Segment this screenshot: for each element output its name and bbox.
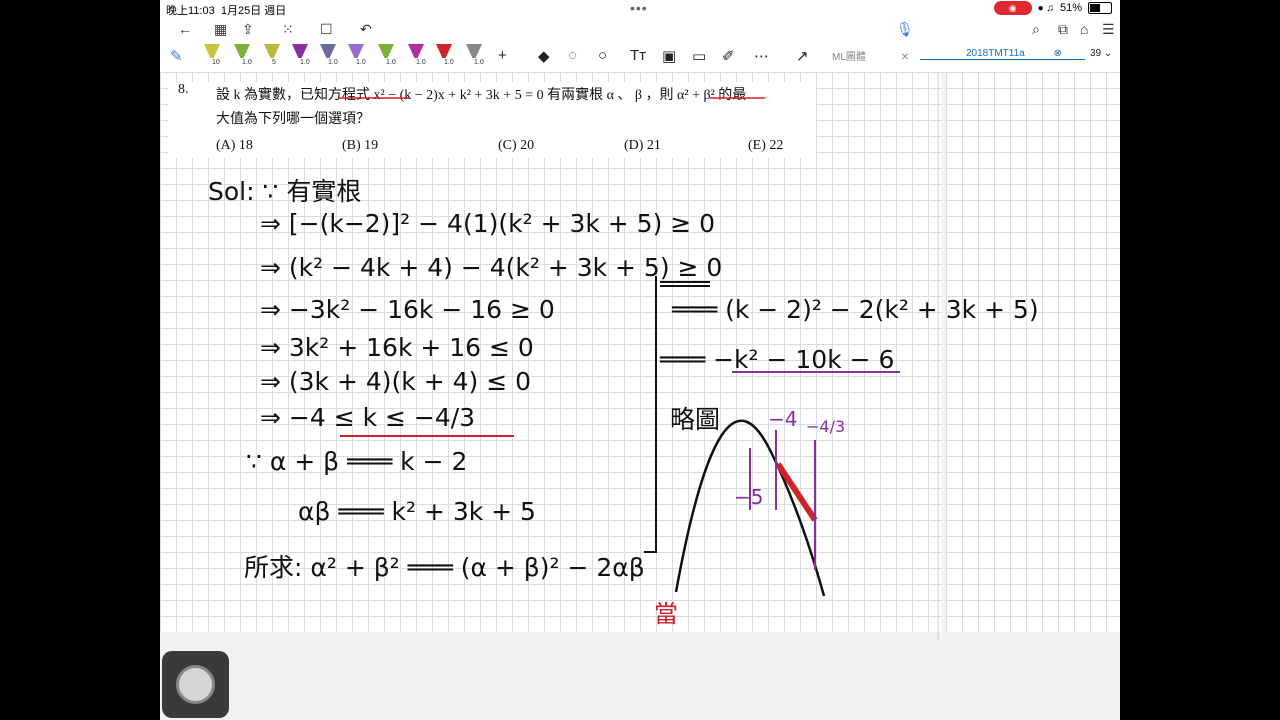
product-line: αβ ═══ k² + 3k + 5 [298, 497, 536, 526]
assistive-touch-icon [176, 665, 215, 704]
bracket [644, 276, 657, 553]
step-5: ⇒ (3k + 4)(k + 4) ≤ 0 [260, 367, 531, 396]
handwriting-layer: Sol: ∵ 有實根 ⇒ [−(k−2)]² − 4(1)(k² + 3k + … [208, 72, 1039, 640]
step-2: ⇒ (k² − 4k + 4) − 4(k² + 3k + 5) ≥ 0 [260, 253, 722, 282]
sol-line: Sol: ∵ 有實根 [208, 177, 361, 206]
target-line: 所求: α² + β² ═══ (α + β)² − 2αβ [244, 553, 645, 582]
sketch-title: 略圖 [670, 405, 720, 434]
result-line-2: ═══ −k² − 10k − 6 [659, 345, 894, 374]
label-when: 當 [654, 600, 678, 628]
label-minus4-3: −4/3 [806, 417, 845, 436]
step-4: ⇒ 3k² + 16k + 16 ≤ 0 [260, 333, 534, 362]
step-6: ⇒ −4 ≤ k ≤ −4/3 [260, 403, 475, 432]
ipad-screen: 晚上11:03 1月25日 週日 ••• ◉ ● ♫ 51% ← ▦ ⇪ ⁙ ☐… [160, 0, 1120, 720]
label-minus4: −4 [768, 407, 797, 431]
result-line-1: ═══ (k − 2)² − 2(k² + 3k + 5) [671, 295, 1039, 324]
step-1: ⇒ [−(k−2)]² − 4(1)(k² + 3k + 5) ≥ 0 [260, 209, 715, 238]
sum-line: ∵ α + β ═══ k − 2 [246, 447, 467, 476]
step-3: ⇒ −3k² − 16k − 16 ≥ 0 [260, 295, 555, 324]
assistive-touch-button[interactable] [162, 651, 229, 718]
solution-ink: Sol: ∵ 有實根 ⇒ [−(k−2)]² − 4(1)(k² + 3k + … [208, 177, 1039, 582]
label-minus5: −5 [734, 485, 763, 509]
